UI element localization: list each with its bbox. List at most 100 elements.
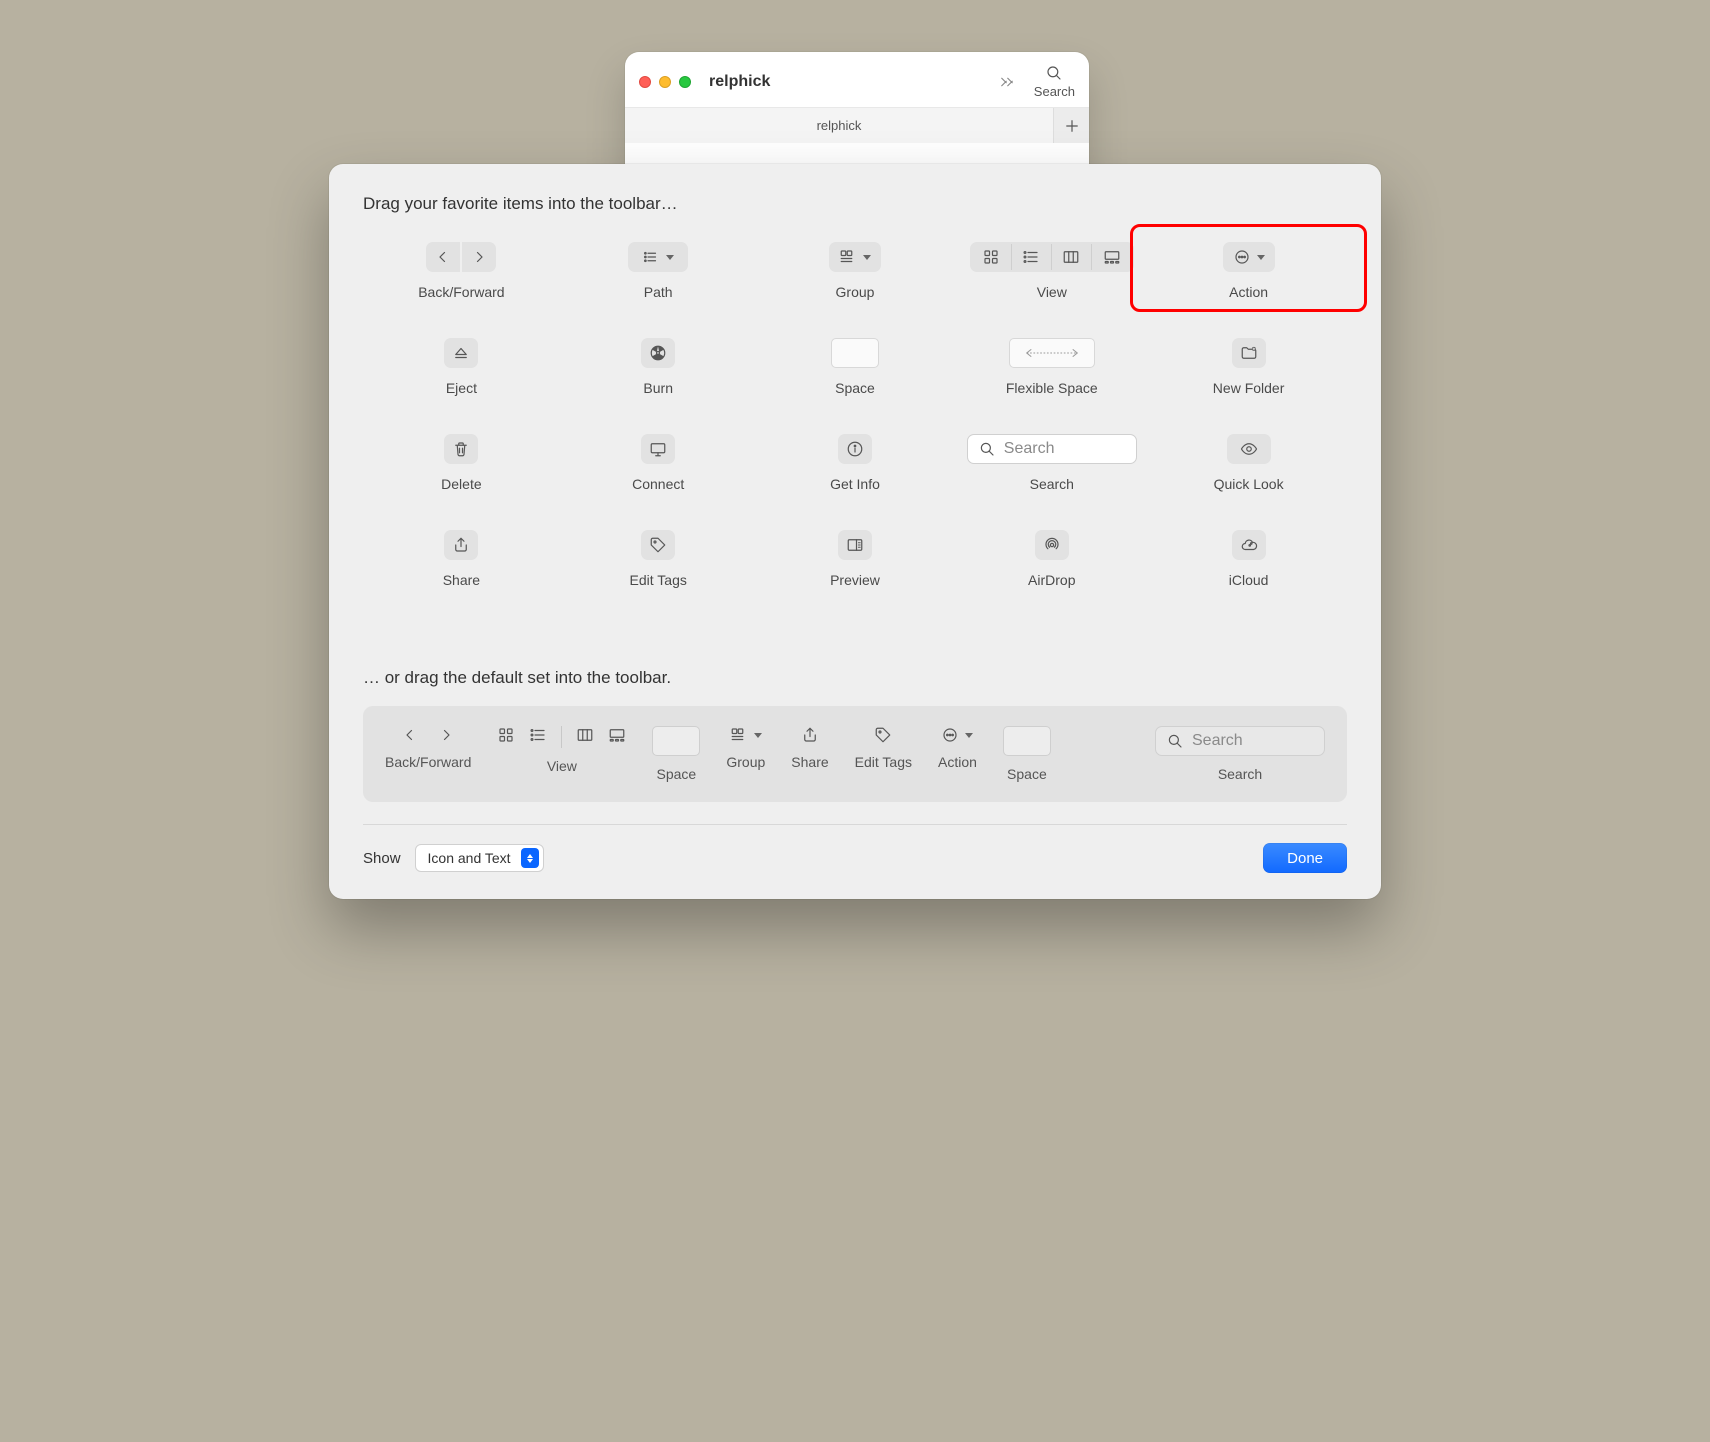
eye-icon [1240,440,1258,458]
trash-icon [452,440,470,458]
item-label: Connect [632,476,684,492]
display-icon [649,440,667,458]
grid-group-icon [839,248,857,266]
item-delete[interactable]: Delete [363,434,560,492]
search-placeholder: Search [1192,732,1243,750]
item-quick-look[interactable]: Quick Look [1150,434,1347,492]
close-window-button[interactable] [639,76,651,88]
customize-toolbar-sheet: Drag your favorite items into the toolba… [329,164,1381,899]
item-eject[interactable]: Eject [363,338,560,396]
ds-search[interactable]: Search Search [1155,726,1325,782]
sheet-heading: Drag your favorite items into the toolba… [363,194,1347,214]
ds-share[interactable]: Share [791,726,828,770]
done-label: Done [1287,850,1323,867]
item-label: Delete [441,476,481,492]
item-label: Back/Forward [418,284,504,300]
item-label: iCloud [1229,572,1269,588]
search-placeholder: Search [1004,440,1055,458]
window-title: relphick [709,73,770,91]
search-icon [1166,732,1184,750]
eject-icon [452,344,470,362]
view-icon-list [1012,244,1052,270]
cloud-icon [1240,536,1258,554]
ds-space-2[interactable]: Space [1003,726,1051,782]
ds-label: View [547,758,577,774]
space-box [831,338,879,368]
item-get-info[interactable]: Get Info [757,434,954,492]
action-icon [941,726,959,744]
item-label: Edit Tags [630,572,687,588]
item-new-folder[interactable]: New Folder [1150,338,1347,396]
item-burn[interactable]: Burn [560,338,757,396]
item-space[interactable]: Space [757,338,954,396]
item-label: Action [1229,284,1268,300]
sidebar-icon [846,536,864,554]
item-share[interactable]: Share [363,530,560,588]
ds-label: Space [1007,766,1047,782]
info-icon [846,440,864,458]
show-label: Show [363,850,401,867]
item-label: Preview [830,572,880,588]
search-icon[interactable] [1045,64,1063,82]
share-icon [452,536,470,554]
ds-space-1[interactable]: Space [652,726,700,782]
item-group[interactable]: Group [757,242,954,300]
radiation-icon [649,344,667,362]
ds-label: Back/Forward [385,754,471,770]
item-label: Flexible Space [1006,380,1098,396]
stepper-icon [521,848,539,868]
tag-icon [649,536,667,554]
share-icon [801,726,819,744]
ds-label: Action [938,754,977,770]
item-connect[interactable]: Connect [560,434,757,492]
ds-group[interactable]: Group [726,726,765,770]
ds-label: Search [1218,766,1262,782]
item-flexible-space[interactable]: Flexible Space [953,338,1150,396]
tab-relphick[interactable]: relphick [625,108,1053,143]
window-controls[interactable] [639,76,691,88]
divider [363,824,1347,825]
minimize-window-button[interactable] [659,76,671,88]
finder-window: relphick Search relphick [625,52,1089,182]
default-set[interactable]: Back/Forward View Space [363,706,1347,802]
item-path[interactable]: Path [560,242,757,300]
search-label: Search [1034,84,1075,99]
ds-view[interactable]: View [497,726,626,774]
zoom-window-button[interactable] [679,76,691,88]
item-label: View [1037,284,1067,300]
double-arrow-icon [1025,347,1079,359]
new-tab-button[interactable] [1053,108,1089,143]
item-label: Search [1030,476,1074,492]
ds-back-forward[interactable]: Back/Forward [385,726,471,770]
item-label: Get Info [830,476,880,492]
done-button[interactable]: Done [1263,843,1347,873]
sheet-heading-2: … or drag the default set into the toolb… [363,668,1347,688]
item-label: New Folder [1213,380,1285,396]
item-label: Group [836,284,875,300]
tag-icon [874,726,892,744]
item-search[interactable]: Search Search [953,434,1150,492]
item-label: Space [835,380,875,396]
ds-label: Share [791,754,828,770]
search-icon [978,440,996,458]
item-icloud[interactable]: iCloud [1150,530,1347,588]
airdrop-icon [1043,536,1061,554]
item-action[interactable]: Action [1150,242,1347,300]
item-preview[interactable]: Preview [757,530,954,588]
flexible-space-box [1009,338,1095,368]
item-label: Path [644,284,673,300]
item-label: Quick Look [1214,476,1284,492]
item-view[interactable]: View [953,242,1150,300]
view-icon-columns [1052,244,1092,270]
item-airdrop[interactable]: AirDrop [953,530,1150,588]
show-select[interactable]: Icon and Text [415,844,544,872]
ds-action[interactable]: Action [938,726,977,770]
new-folder-icon [1240,344,1258,362]
overflow-icon[interactable] [998,73,1016,91]
ds-edit-tags[interactable]: Edit Tags [855,726,912,770]
list-icon [642,248,660,266]
item-label: AirDrop [1028,572,1075,588]
item-back-forward[interactable]: Back/Forward [363,242,560,300]
ds-label: Edit Tags [855,754,912,770]
item-edit-tags[interactable]: Edit Tags [560,530,757,588]
